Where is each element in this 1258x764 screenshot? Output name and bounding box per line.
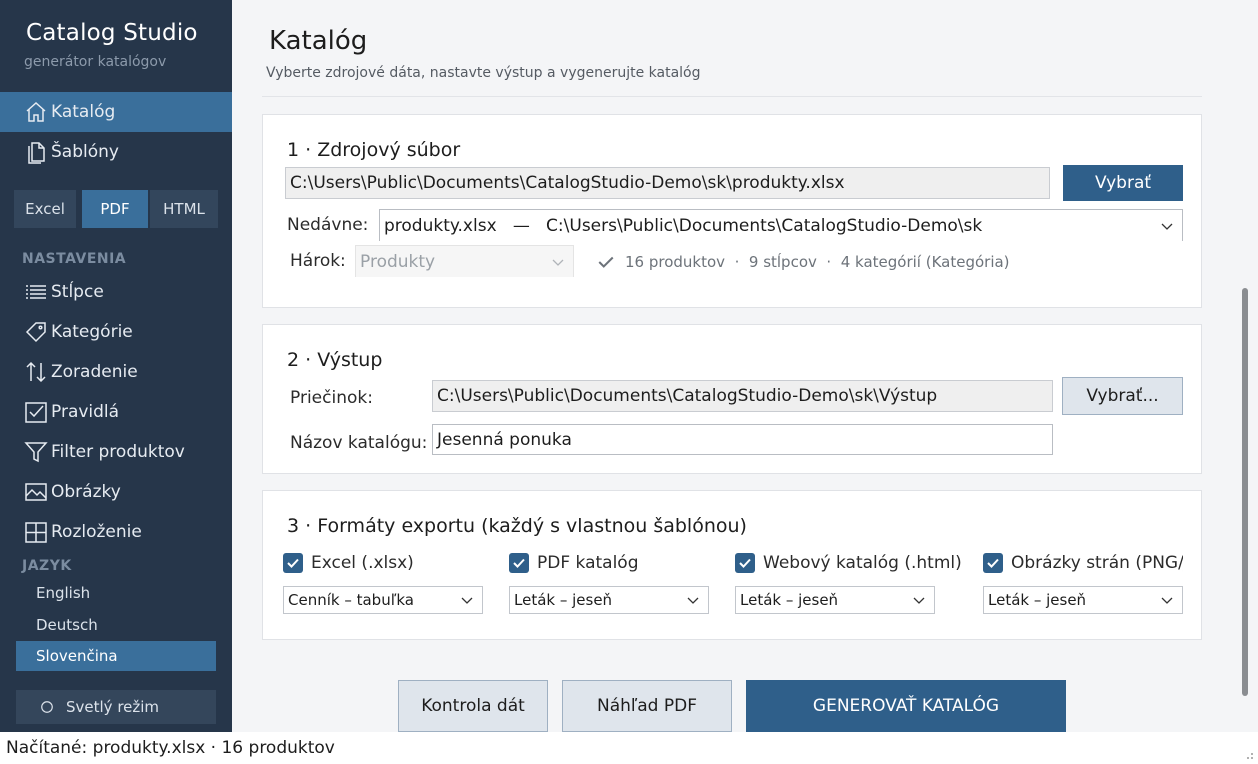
check-data-button[interactable]: Kontrola dát (398, 680, 548, 732)
folder-label: Priečinok: (290, 388, 373, 408)
format-label-html: Webový katalóg (.html) (763, 553, 962, 573)
check-icon (987, 558, 999, 568)
formats-card: 3 · Formáty exportu (každý s vlastnou ša… (262, 490, 1202, 640)
format-label-images: Obrázky strán (PNG/JPG) (1011, 553, 1183, 573)
theme-toggle-label: Svetlý režim (66, 698, 160, 716)
catalog-name-input[interactable]: Jesenná ponuka (432, 424, 1053, 455)
tag-icon (25, 322, 46, 343)
format-template-images[interactable]: Leták – jeseň (983, 586, 1183, 614)
nav-item-zoradenie[interactable]: Zoradenie (0, 352, 232, 392)
format-checkbox-pdf[interactable] (509, 553, 529, 573)
nav-item-stlpce[interactable]: Stĺpce (0, 272, 232, 312)
format-label-excel: Excel (.xlsx) (311, 553, 414, 573)
page-title: Katalóg (269, 26, 368, 56)
format-template-value: Leták – jeseň (514, 591, 613, 609)
check-icon (513, 558, 525, 568)
chevron-down-icon (552, 259, 564, 266)
sheet-value: Produkty (360, 251, 436, 272)
sheet-dropdown[interactable]: Produkty (355, 245, 574, 277)
source-card: 1 · Zdrojový súbor C:\Users\Public\Docum… (262, 114, 1202, 308)
check-icon (287, 558, 299, 568)
nav-item-label: Pravidlá (51, 402, 120, 422)
format-template-value: Cenník – tabuľka (288, 591, 414, 609)
resize-grip-icon[interactable] (1244, 750, 1254, 760)
nav-item-label: Obrázky (51, 482, 121, 502)
segment-excel[interactable]: Excel (14, 190, 76, 228)
recent-files-dropdown[interactable]: produkty.xlsx — C:\Users\Public\Document… (379, 209, 1183, 241)
app-title: Catalog Studio (26, 20, 198, 46)
segment-html[interactable]: HTML (150, 190, 218, 228)
sheet-label: Hárok: (290, 251, 346, 271)
chevron-down-icon (1161, 597, 1173, 604)
nav-item-label: Filter produktov (51, 442, 185, 462)
scrollbar-thumb[interactable] (1242, 288, 1248, 696)
output-choose-button[interactable]: Vybrať... (1062, 377, 1183, 415)
nav-item-filter[interactable]: Filter produktov (0, 432, 232, 472)
source-file-field[interactable]: C:\Users\Public\Documents\CatalogStudio-… (285, 167, 1050, 199)
format-template-html[interactable]: Leták – jeseň (735, 586, 935, 614)
check-icon (739, 558, 751, 568)
grid-icon (25, 522, 47, 543)
source-choose-button[interactable]: Vybrať (1063, 165, 1183, 201)
header-divider (262, 96, 1202, 97)
format-template-value: Leták – jeseň (740, 591, 839, 609)
nav-item-rozlozenie[interactable]: Rozloženie (0, 512, 232, 552)
nav-item-katalog[interactable]: Katalóg (0, 92, 232, 132)
catalog-name-label: Názov katalógu: (290, 433, 428, 453)
nav-item-label: Šablóny (51, 142, 119, 162)
chevron-down-icon (1161, 223, 1173, 230)
nav-item-label: Stĺpce (51, 282, 104, 302)
formats-card-title: 3 · Formáty exportu (každý s vlastnou ša… (287, 515, 747, 537)
nav-item-label: Rozloženie (51, 522, 142, 542)
sidebar: Catalog Studio generátor katalógov Katal… (0, 0, 232, 732)
filter-icon (24, 442, 48, 463)
settings-section-label: NASTAVENIA (22, 251, 127, 267)
chevron-down-icon (461, 597, 473, 604)
recent-label: Nedávne: (287, 215, 369, 235)
copy-icon (28, 142, 45, 164)
chevron-down-icon (687, 597, 699, 604)
sort-icon (26, 361, 46, 383)
source-card-title: 1 · Zdrojový súbor (287, 139, 461, 161)
format-template-value: Leták – jeseň (988, 591, 1087, 609)
image-icon (25, 483, 47, 501)
language-slovencina[interactable]: Slovenčina (16, 641, 216, 671)
output-folder-field[interactable]: C:\Users\Public\Documents\CatalogStudio-… (432, 380, 1053, 412)
nav-item-label: Zoradenie (51, 362, 138, 382)
checkbox-icon (25, 402, 47, 423)
page-subtitle: Vyberte zdrojové dáta, nastavte výstup a… (266, 65, 701, 81)
nav-item-pravidla[interactable]: Pravidlá (0, 392, 232, 432)
theme-toggle-button[interactable]: Svetlý režim (16, 690, 216, 724)
source-info-text: 16 produktov · 9 stĺpcov · 4 kategórií (… (625, 253, 1010, 271)
nav-item-label: Kategórie (51, 322, 133, 342)
output-card: 2 · Výstup Priečinok: C:\Users\Public\Do… (262, 324, 1202, 474)
status-text: Načítané: produkty.xlsx · 16 produktov (6, 738, 335, 758)
format-checkbox-images[interactable] (983, 553, 1003, 573)
sun-icon (41, 701, 53, 713)
list-icon (26, 285, 46, 299)
chevron-down-icon (913, 597, 925, 604)
language-deutsch[interactable]: Deutsch (16, 610, 216, 640)
format-checkbox-html[interactable] (735, 553, 755, 573)
format-template-excel[interactable]: Cenník – tabuľka (283, 586, 483, 614)
home-icon (26, 101, 46, 122)
nav-item-label: Katalóg (51, 102, 116, 122)
language-english[interactable]: English (16, 578, 216, 608)
nav-item-obrazky[interactable]: Obrázky (0, 472, 232, 512)
recent-files-value: produkty.xlsx — C:\Users\Public\Document… (384, 215, 983, 236)
format-label-pdf: PDF katalóg (537, 553, 639, 573)
source-info: 16 produktov · 9 stĺpcov · 4 kategórií (… (597, 253, 1010, 271)
language-section-label: JAZYK (22, 558, 72, 574)
pdf-preview-button[interactable]: Náhľad PDF (562, 680, 732, 732)
segment-pdf[interactable]: PDF (82, 190, 148, 228)
output-card-title: 2 · Výstup (287, 349, 383, 371)
check-icon (598, 256, 614, 268)
format-checkbox-excel[interactable] (283, 553, 303, 573)
nav-item-sablony[interactable]: Šablóny (0, 132, 232, 172)
format-template-pdf[interactable]: Leták – jeseň (509, 586, 709, 614)
nav-item-kategorie[interactable]: Kategórie (0, 312, 232, 352)
app-subtitle: generátor katalógov (24, 54, 167, 70)
status-bar: Načítané: produkty.xlsx · 16 produktov (0, 732, 1258, 764)
generate-catalog-button[interactable]: GENEROVAŤ KATALÓG (746, 680, 1066, 732)
